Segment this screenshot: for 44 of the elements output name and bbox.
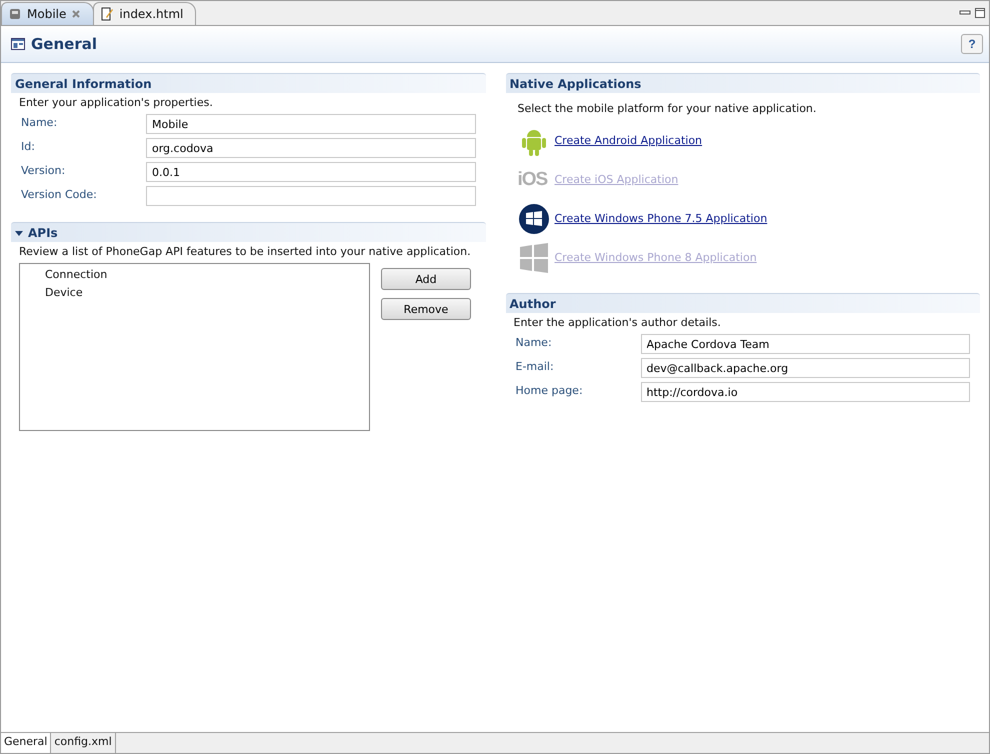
field-label: Name: bbox=[21, 115, 58, 129]
section-header: Native Applications bbox=[506, 73, 980, 93]
page-title: General bbox=[31, 35, 97, 53]
field-label: Id: bbox=[21, 139, 36, 153]
list-item[interactable]: Device bbox=[20, 285, 369, 303]
section-description: Select the mobile platform for your native application. bbox=[516, 101, 818, 117]
windows-logo-icon bbox=[518, 242, 550, 274]
platform-link[interactable]: Create Windows Phone 7.5 Application bbox=[554, 212, 768, 225]
page-tab[interactable]: General bbox=[1, 733, 52, 753]
input-field[interactable]: dev@callback.apache.org bbox=[640, 358, 970, 378]
input-field[interactable] bbox=[146, 186, 476, 206]
field-label: Name: bbox=[516, 335, 553, 349]
action-button[interactable]: Add bbox=[381, 268, 471, 290]
page-tab[interactable]: config.xml bbox=[51, 733, 116, 753]
file-pencil-icon bbox=[100, 7, 114, 21]
help-button[interactable]: ? bbox=[961, 34, 983, 54]
field-label: Home page: bbox=[516, 383, 584, 397]
triangle-icon[interactable] bbox=[15, 228, 23, 236]
field-label: Version Code: bbox=[21, 187, 98, 201]
input-field[interactable]: org.codova bbox=[146, 138, 476, 158]
action-button[interactable]: Remove bbox=[381, 298, 471, 320]
section-description: Enter the application's author details. bbox=[512, 315, 722, 331]
section-header: General Information bbox=[11, 73, 486, 93]
platform-link[interactable]: Create Android Application bbox=[554, 134, 702, 147]
section-header: Author bbox=[506, 293, 980, 313]
windows-logo-icon bbox=[518, 202, 550, 234]
form-icon bbox=[11, 38, 25, 50]
close-icon[interactable] bbox=[71, 9, 82, 19]
input-field[interactable]: Apache Cordova Team bbox=[640, 334, 970, 354]
input-field[interactable]: http://cordova.io bbox=[640, 382, 970, 402]
input-field[interactable]: 0.0.1 bbox=[146, 162, 476, 182]
section-description: Review a list of PhoneGap API features to be inserted into your native application. bbox=[18, 244, 472, 260]
tab-label: Mobile bbox=[27, 7, 66, 21]
section-header[interactable]: APIs bbox=[11, 222, 486, 242]
maximize-icon[interactable] bbox=[974, 7, 986, 19]
section-description: Enter your application's properties. bbox=[18, 95, 214, 111]
field-label: E-mail: bbox=[516, 359, 555, 373]
editor-tab[interactable]: index.html bbox=[93, 2, 196, 25]
field-label: Version: bbox=[21, 163, 66, 177]
editor-tab[interactable]: Mobile bbox=[1, 2, 94, 25]
list-item[interactable]: Connection bbox=[20, 267, 369, 285]
tab-label: index.html bbox=[119, 7, 184, 21]
ios-logo: iOS bbox=[518, 168, 548, 190]
input-field[interactable]: Mobile bbox=[146, 114, 476, 134]
